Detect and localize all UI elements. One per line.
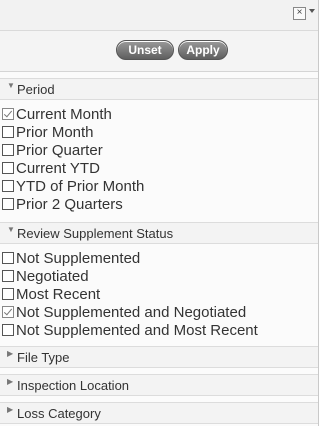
option-label: Current YTD xyxy=(16,160,100,177)
checkbox-icon[interactable] xyxy=(2,198,14,210)
option-label: Not Supplemented and Negotiated xyxy=(16,304,247,321)
collapsed-triangle-icon: ▶ xyxy=(7,377,14,386)
section-header-file-type[interactable]: ▶ File Type xyxy=(0,346,318,368)
option-label: Not Supplemented xyxy=(16,250,141,267)
checkbox-option[interactable]: Current Month xyxy=(2,106,314,124)
apply-button[interactable]: Apply xyxy=(178,40,228,60)
checkbox-option[interactable]: Prior Month xyxy=(2,124,314,142)
filter-panel: × Unset Apply ▼ Period Current Month Pri… xyxy=(0,0,319,426)
section-title: File Type xyxy=(17,350,70,365)
section-title: Period xyxy=(17,82,55,97)
section-title: Loss Category xyxy=(17,406,101,421)
section-title: Inspection Location xyxy=(17,378,130,393)
checkbox-option[interactable]: Not Supplemented and Most Recent xyxy=(2,322,314,340)
checkbox-icon[interactable] xyxy=(2,126,14,138)
collapsed-triangle-icon: ▶ xyxy=(7,405,14,414)
option-label: Current Month xyxy=(16,106,112,123)
checkbox-icon[interactable] xyxy=(2,162,14,174)
chevron-down-icon[interactable] xyxy=(309,9,315,13)
option-label: Negotiated xyxy=(16,268,89,285)
checkbox-icon[interactable] xyxy=(2,270,14,282)
checkbox-option[interactable]: Prior Quarter xyxy=(2,142,314,160)
checkbox-option[interactable]: Negotiated xyxy=(2,268,314,286)
expanded-triangle-icon: ▼ xyxy=(7,225,15,234)
section-header-loss-category[interactable]: ▶ Loss Category xyxy=(0,402,318,424)
option-label: Most Recent xyxy=(16,286,101,303)
checkbox-icon[interactable] xyxy=(2,252,14,264)
checkbox-option[interactable]: YTD of Prior Month xyxy=(2,178,314,196)
section-header-inspection-location[interactable]: ▶ Inspection Location xyxy=(0,374,318,396)
section-header-period[interactable]: ▼ Period xyxy=(0,78,318,100)
checkbox-option[interactable]: Most Recent xyxy=(2,286,314,304)
close-icon[interactable]: × xyxy=(293,7,306,20)
panel-header-bar: × xyxy=(0,0,318,31)
section-title: Review Supplement Status xyxy=(17,226,174,241)
checkbox-option[interactable]: Current YTD xyxy=(2,160,314,178)
checkbox-icon[interactable] xyxy=(2,288,14,300)
checkbox-checked-icon[interactable] xyxy=(2,108,14,120)
option-label: Not Supplemented and Most Recent xyxy=(16,322,258,339)
checkbox-icon[interactable] xyxy=(2,144,14,156)
checkbox-checked-icon[interactable] xyxy=(2,306,14,318)
collapsed-triangle-icon: ▶ xyxy=(7,349,14,358)
checkbox-option[interactable]: Not Supplemented and Negotiated xyxy=(2,304,314,322)
checkbox-icon[interactable] xyxy=(2,324,14,336)
unset-button[interactable]: Unset xyxy=(116,40,174,60)
section-header-review-supplement-status[interactable]: ▼ Review Supplement Status xyxy=(0,222,318,244)
action-bar: Unset Apply xyxy=(0,31,318,72)
option-label: YTD of Prior Month xyxy=(16,178,145,195)
expanded-triangle-icon: ▼ xyxy=(7,81,15,90)
checkbox-option[interactable]: Prior 2 Quarters xyxy=(2,196,314,214)
checkbox-option[interactable]: Not Supplemented xyxy=(2,250,314,268)
option-label: Prior Quarter xyxy=(16,142,103,159)
option-label: Prior Month xyxy=(16,124,94,141)
checkbox-icon[interactable] xyxy=(2,180,14,192)
option-label: Prior 2 Quarters xyxy=(16,196,123,213)
